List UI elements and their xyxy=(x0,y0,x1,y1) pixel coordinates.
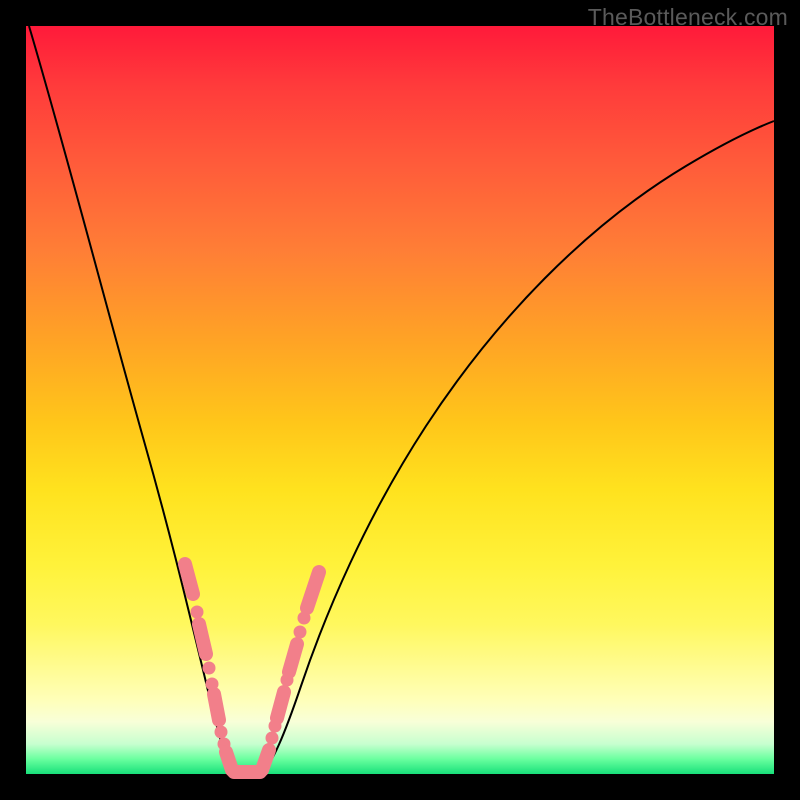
watermark-text: TheBottleneck.com xyxy=(588,4,788,31)
accent-markers xyxy=(185,564,319,772)
accent-dot xyxy=(191,606,204,619)
accent-dot xyxy=(215,726,228,739)
accent-seg xyxy=(307,572,319,608)
accent-seg xyxy=(214,694,219,720)
accent-dot xyxy=(266,732,279,745)
bottleneck-left-branch xyxy=(29,26,231,772)
accent-seg xyxy=(277,692,284,718)
accent-seg xyxy=(199,624,206,654)
bottleneck-curve-svg xyxy=(26,26,774,774)
bottleneck-right-branch xyxy=(262,121,774,772)
accent-dot xyxy=(294,626,307,639)
accent-seg xyxy=(262,750,269,770)
accent-dot xyxy=(203,662,216,675)
accent-seg xyxy=(289,644,297,672)
chart-frame xyxy=(26,26,774,774)
accent-seg xyxy=(185,564,193,594)
